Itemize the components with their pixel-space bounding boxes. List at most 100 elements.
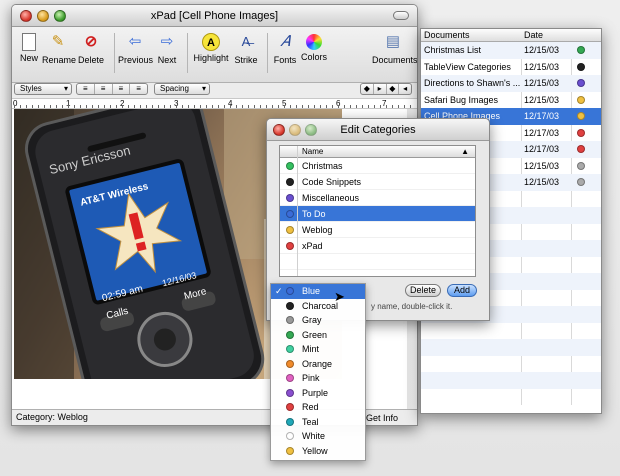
spacing-popup[interactable]: Spacing (154, 83, 210, 95)
toolbar-separator (267, 33, 268, 73)
ruler[interactable]: 0 1 2 3 4 5 6 7 (12, 98, 417, 109)
document-date: 12/17/03 (524, 127, 560, 138)
align-left-icon[interactable]: ≡ (77, 84, 95, 94)
document-date: 12/17/03 (524, 144, 560, 154)
tab-right-icon[interactable]: ◆ (387, 84, 400, 94)
color-menu-label: Blue (302, 286, 321, 296)
color-menu-item[interactable]: Purple (271, 386, 365, 401)
category-color-dot (577, 145, 585, 153)
minimize-window-button[interactable] (37, 10, 49, 22)
new-button[interactable]: New (16, 31, 42, 63)
color-menu-label: Yellow (302, 445, 328, 456)
close-window-button[interactable] (20, 10, 32, 22)
strike-icon: A̶ (241, 34, 251, 49)
toolbar-toggle-button[interactable] (393, 11, 409, 20)
strike-button[interactable]: A̶ Strike (232, 31, 260, 65)
color-menu-item[interactable]: Green (271, 328, 365, 343)
documents-table-header: Documents Date (421, 29, 601, 42)
category-name: Code Snippets (302, 177, 362, 187)
get-info-button[interactable]: Get Info (366, 413, 398, 423)
tab-stops-control[interactable]: ◆ ▸ ◆ ◂ (360, 83, 412, 95)
document-row[interactable]: Directions to Shawn's ... 12/15/03 (421, 75, 601, 92)
category-row[interactable]: xPad (280, 238, 475, 254)
highlight-button[interactable]: A Highlight (192, 31, 230, 63)
previous-button[interactable]: ⇦ Previous (118, 31, 153, 65)
color-menu-item[interactable]: Mint (271, 342, 365, 357)
color-menu-label: Green (302, 329, 328, 340)
align-justify-icon[interactable]: ≡ (113, 84, 131, 94)
toolbar-separator (114, 33, 115, 73)
delete-button[interactable]: ⊘ Delete (76, 31, 106, 65)
fonts-icon: 𝐴 (280, 34, 290, 50)
color-menu-item[interactable]: ✓ Blue (271, 284, 365, 299)
color-menu-item[interactable]: Red (271, 400, 365, 415)
alignment-segmented-control[interactable]: ≡ ≡ ≡ ≡ (76, 83, 148, 95)
column-header-date[interactable]: Date (524, 29, 543, 41)
color-swatch-icon (286, 446, 294, 455)
document-date: 12/15/03 (524, 94, 560, 105)
align-center-icon[interactable]: ≡ (95, 84, 113, 94)
category-row[interactable]: Miscellaneous (280, 190, 475, 206)
fonts-button[interactable]: 𝐴 Fonts (272, 31, 298, 65)
color-menu-item[interactable]: Teal (271, 415, 365, 430)
color-menu-item[interactable]: Pink (271, 371, 365, 386)
tab-decimal-icon[interactable]: ◂ (399, 84, 411, 94)
color-menu-label: Purple (302, 387, 329, 398)
add-category-button[interactable]: Add (447, 284, 477, 297)
column-divider (297, 146, 298, 276)
category-color-dot (577, 161, 585, 170)
color-menu-item[interactable]: White (271, 429, 365, 444)
color-swatch-icon (286, 403, 294, 411)
color-swatch-icon (286, 330, 294, 339)
color-swatch-icon (286, 432, 294, 440)
document-row[interactable]: TableView Categories 12/15/03 (421, 59, 601, 76)
category-name: Christmas (302, 161, 343, 171)
color-menu-item[interactable]: Charcoal (271, 299, 365, 314)
color-swatch-icon (286, 287, 294, 295)
styles-popup[interactable]: Styles (14, 83, 72, 95)
align-right-icon[interactable]: ≡ (130, 84, 147, 94)
documents-button[interactable]: ▤ Documents (372, 31, 418, 65)
categories-table: Name ▲ Christmas Code Snippets Miscellaneo… (279, 145, 476, 277)
document-row[interactable]: Christmas List 12/15/03 (421, 42, 601, 59)
color-menu-item[interactable]: Yellow (271, 444, 365, 459)
document-row[interactable]: Safari Bug Images 12/15/03 (421, 92, 601, 109)
category-color-dot (286, 162, 294, 170)
tab-left-icon[interactable]: ◆ (361, 84, 374, 94)
colors-button[interactable]: Colors (300, 31, 328, 62)
status-category-text: Category: Weblog (16, 412, 88, 422)
edit-categories-title: Edit Categories (340, 124, 416, 136)
zoom-window-button[interactable] (305, 124, 317, 136)
main-titlebar[interactable]: xPad [Cell Phone Images] (12, 5, 417, 27)
zoom-window-button[interactable] (54, 10, 66, 22)
color-swatch-icon (286, 417, 294, 426)
color-menu-item[interactable]: Orange (271, 357, 365, 372)
empty-row (421, 372, 601, 389)
minimize-window-button[interactable] (289, 124, 301, 136)
category-row[interactable]: Code Snippets (280, 174, 475, 190)
pencil-icon: ✎ (51, 33, 65, 50)
empty-row (421, 339, 601, 356)
document-date: 12/15/03 (524, 78, 560, 88)
color-menu-label: Red (302, 402, 319, 412)
color-swatch-icon (286, 345, 294, 353)
column-header-name[interactable]: Name (302, 146, 323, 157)
category-name: Weblog (302, 225, 333, 235)
main-toolbar: New ✎ Rename ⊘ Delete ⇦ Previous ⇨ Next … (12, 27, 417, 83)
column-header-documents[interactable]: Documents (424, 29, 470, 41)
new-button-label: New (19, 53, 38, 63)
tab-center-icon[interactable]: ▸ (374, 84, 387, 94)
next-button[interactable]: ⇨ Next (155, 31, 179, 65)
edit-categories-titlebar[interactable]: Edit Categories (267, 119, 489, 141)
close-window-button[interactable] (273, 124, 285, 136)
document-name: TableView Categories (424, 61, 511, 72)
color-menu-item[interactable]: Gray (271, 313, 365, 328)
fonts-button-label: Fonts (273, 55, 297, 65)
new-document-icon (22, 33, 36, 51)
documents-button-label: Documents (372, 55, 418, 65)
category-row[interactable]: Christmas (280, 158, 475, 174)
category-row[interactable]: Weblog (280, 222, 475, 238)
rename-button[interactable]: ✎ Rename (42, 31, 76, 65)
category-row[interactable]: To Do (280, 206, 475, 222)
delete-category-button[interactable]: Delete (405, 284, 441, 297)
